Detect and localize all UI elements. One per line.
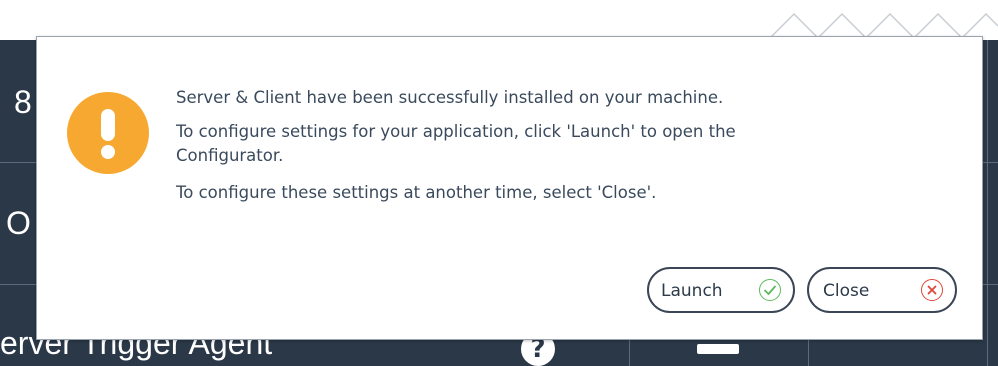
launch-button[interactable]: Launch xyxy=(647,267,795,313)
dialog-message-line: Configurator. xyxy=(176,146,284,165)
x-circle-icon xyxy=(921,279,943,301)
warning-exclamation-icon xyxy=(67,92,149,174)
dialog-message-line: To configure settings for your applicati… xyxy=(176,122,736,141)
background-row-text: 8 xyxy=(14,84,32,120)
column-divider xyxy=(987,40,988,366)
background-row-text: O xyxy=(6,205,31,241)
installation-complete-dialog: Server & Client have been successfully i… xyxy=(36,36,983,340)
close-button[interactable]: Close xyxy=(807,267,957,313)
dialog-message-line: Server & Client have been successfully i… xyxy=(176,88,724,107)
keyboard-icon[interactable] xyxy=(697,344,739,354)
close-button-label: Close xyxy=(823,281,870,301)
decorative-pattern xyxy=(770,12,998,40)
dialog-message-line: To configure these settings at another t… xyxy=(176,183,657,202)
check-circle-icon xyxy=(759,279,781,301)
launch-button-label: Launch xyxy=(661,281,723,301)
